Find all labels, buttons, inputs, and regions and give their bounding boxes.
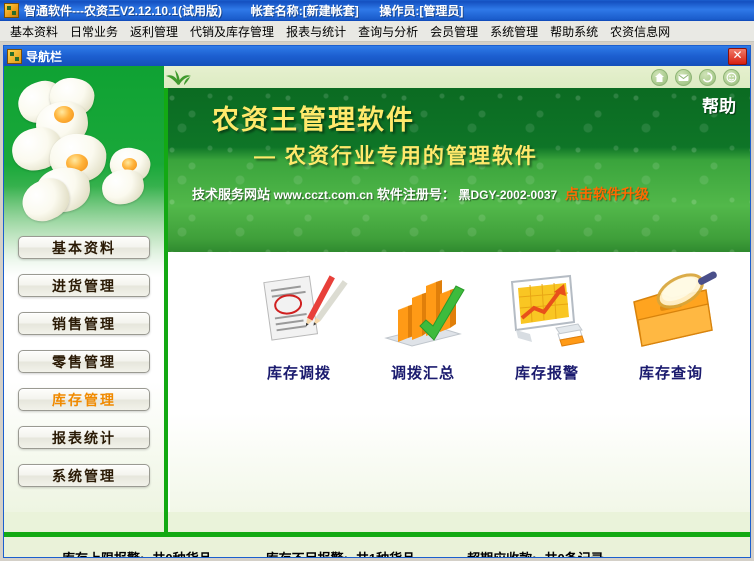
home-icon[interactable] bbox=[651, 69, 668, 86]
banner-title: 农资王管理软件 bbox=[212, 105, 415, 135]
help-link[interactable]: 帮助 bbox=[702, 92, 736, 117]
menu-item-query-analysis[interactable]: 查询与分析 bbox=[352, 21, 424, 42]
leaf-icon bbox=[164, 68, 194, 86]
refresh-icon[interactable] bbox=[699, 69, 716, 86]
software-upgrade-link[interactable]: 点击软件升级 bbox=[565, 186, 649, 202]
document-pencil-icon bbox=[248, 264, 350, 356]
close-icon[interactable]: ✕ bbox=[728, 47, 747, 65]
window-title: 智通软件---农资王V2.12.10.1(试用版) 帐套名称:[新建帐套] 操作… bbox=[24, 2, 463, 19]
sidebar-menu: 基本资料 进货管理 销售管理 零售管理 库存管理 报表统计 系统管理 bbox=[18, 236, 158, 502]
sidebar-item-retail[interactable]: 零售管理 bbox=[18, 350, 150, 373]
folder-magnifier-icon bbox=[620, 264, 722, 356]
status-item-upper-limit-alert: 库存上限报警: 共0种货品 bbox=[62, 548, 212, 558]
status-label: 库存上限报警: bbox=[62, 548, 144, 558]
menu-item-daily-business[interactable]: 日常业务 bbox=[64, 21, 124, 42]
sidebar-item-reports[interactable]: 报表统计 bbox=[18, 426, 150, 449]
menu-item-reports[interactable]: 报表与统计 bbox=[280, 21, 352, 42]
status-label: 库存不足报警: bbox=[266, 548, 348, 558]
menu-item-agri-info-net[interactable]: 农资信息网 bbox=[604, 21, 676, 42]
status-label: 超期应收款: bbox=[467, 548, 536, 558]
sidebar-item-inventory[interactable]: 库存管理 bbox=[18, 388, 150, 411]
account-set-text: 帐套名称:[新建帐套] bbox=[250, 4, 359, 18]
menu-item-system[interactable]: 系统管理 bbox=[484, 21, 544, 42]
menu-item-help[interactable]: 帮助系统 bbox=[544, 21, 604, 42]
vertical-divider-lower bbox=[164, 512, 168, 534]
navigation-window-icon bbox=[7, 48, 22, 64]
narcissus-flowers-image bbox=[6, 73, 164, 236]
status-item-overdue-receivables: 超期应收款: 共0条记录 bbox=[467, 548, 604, 558]
sidebar-item-sales[interactable]: 销售管理 bbox=[18, 312, 150, 335]
service-site-label: 技术服务网站 bbox=[192, 187, 271, 202]
main-content-area: 库存调拨 调拨汇总 库存报警 库存查询 bbox=[170, 252, 750, 512]
tile-stock-query[interactable]: 库存查询 bbox=[620, 264, 722, 383]
sidebar-item-purchase[interactable]: 进货管理 bbox=[18, 274, 150, 297]
banner-info-line: 技术服务网站 www.cczt.com.cn 软件注册号： 黑DGY-2002-… bbox=[192, 184, 649, 204]
navigation-window-title: 导航栏 bbox=[26, 49, 63, 64]
menu-bar: 基本资料 日常业务 返利管理 代销及库存管理 报表与统计 查询与分析 会员管理 … bbox=[0, 21, 754, 42]
navigation-window-title-bar: 导航栏 ✕ bbox=[4, 46, 750, 66]
promo-banner: 帮助 农资王管理软件 — 农资行业专用的管理软件 技术服务网站 www.cczt… bbox=[164, 88, 750, 252]
menu-item-rebate[interactable]: 返利管理 bbox=[124, 21, 184, 42]
status-item-low-stock-alert: 库存不足报警: 共1种货品 bbox=[266, 548, 416, 558]
vertical-divider bbox=[164, 88, 168, 512]
title-bar: 智通软件---农资王V2.12.10.1(试用版) 帐套名称:[新建帐套] 操作… bbox=[0, 0, 754, 21]
status-bar: 库存上限报警: 共0种货品 库存不足报警: 共1种货品 超期应收款: 共0条记录 bbox=[4, 537, 750, 557]
mail-icon[interactable] bbox=[675, 69, 692, 86]
bar-chart-check-icon bbox=[372, 264, 474, 356]
menu-item-basic-data[interactable]: 基本资料 bbox=[4, 21, 64, 42]
tile-transfer-summary[interactable]: 调拨汇总 bbox=[372, 264, 474, 383]
app-title-text: 智通软件---农资王V2.12.10.1(试用版) bbox=[24, 4, 223, 18]
reg-number-value: 黑DGY-2002-0037 bbox=[458, 188, 558, 202]
monitor-chart-icon bbox=[496, 264, 598, 356]
tile-stock-transfer[interactable]: 库存调拨 bbox=[248, 264, 350, 383]
application-window: 智通软件---农资王V2.12.10.1(试用版) 帐套名称:[新建帐套] 操作… bbox=[0, 0, 754, 561]
sidebar-item-basic-data[interactable]: 基本资料 bbox=[18, 236, 150, 259]
status-value: 共0种货品 bbox=[152, 548, 211, 558]
tile-stock-alert[interactable]: 库存报警 bbox=[496, 264, 598, 383]
navigation-page: 帮助 农资王管理软件 — 农资行业专用的管理软件 技术服务网站 www.cczt… bbox=[4, 66, 750, 557]
tile-label: 调拨汇总 bbox=[390, 365, 455, 382]
menu-item-consign-stock[interactable]: 代销及库存管理 bbox=[184, 21, 280, 42]
menu-item-membership[interactable]: 会员管理 bbox=[424, 21, 484, 42]
header-icon-group bbox=[651, 69, 740, 86]
header-strip bbox=[164, 66, 750, 90]
navigation-window: 导航栏 ✕ 帮助 农资王管理软件 — 农资行业专用的管理软件 技术服务网站 ww… bbox=[3, 45, 751, 558]
lower-strip bbox=[4, 512, 750, 532]
tile-label: 库存调拨 bbox=[266, 365, 331, 382]
operator-text: 操作员:[管理员] bbox=[379, 4, 464, 18]
module-tile-grid: 库存调拨 调拨汇总 库存报警 库存查询 bbox=[170, 264, 750, 383]
app-icon bbox=[4, 3, 19, 18]
tile-label: 库存查询 bbox=[638, 365, 703, 382]
reg-number-label: 软件注册号： bbox=[376, 187, 455, 202]
banner-subtitle: — 农资行业专用的管理软件 bbox=[254, 145, 538, 168]
service-site-url: www.cczt.com.cn bbox=[273, 188, 374, 202]
tile-label: 库存报警 bbox=[514, 365, 579, 382]
smiley-icon[interactable] bbox=[723, 69, 740, 86]
status-value: 共0条记录 bbox=[545, 548, 604, 558]
sidebar-item-system[interactable]: 系统管理 bbox=[18, 464, 150, 487]
status-value: 共1种货品 bbox=[356, 548, 415, 558]
